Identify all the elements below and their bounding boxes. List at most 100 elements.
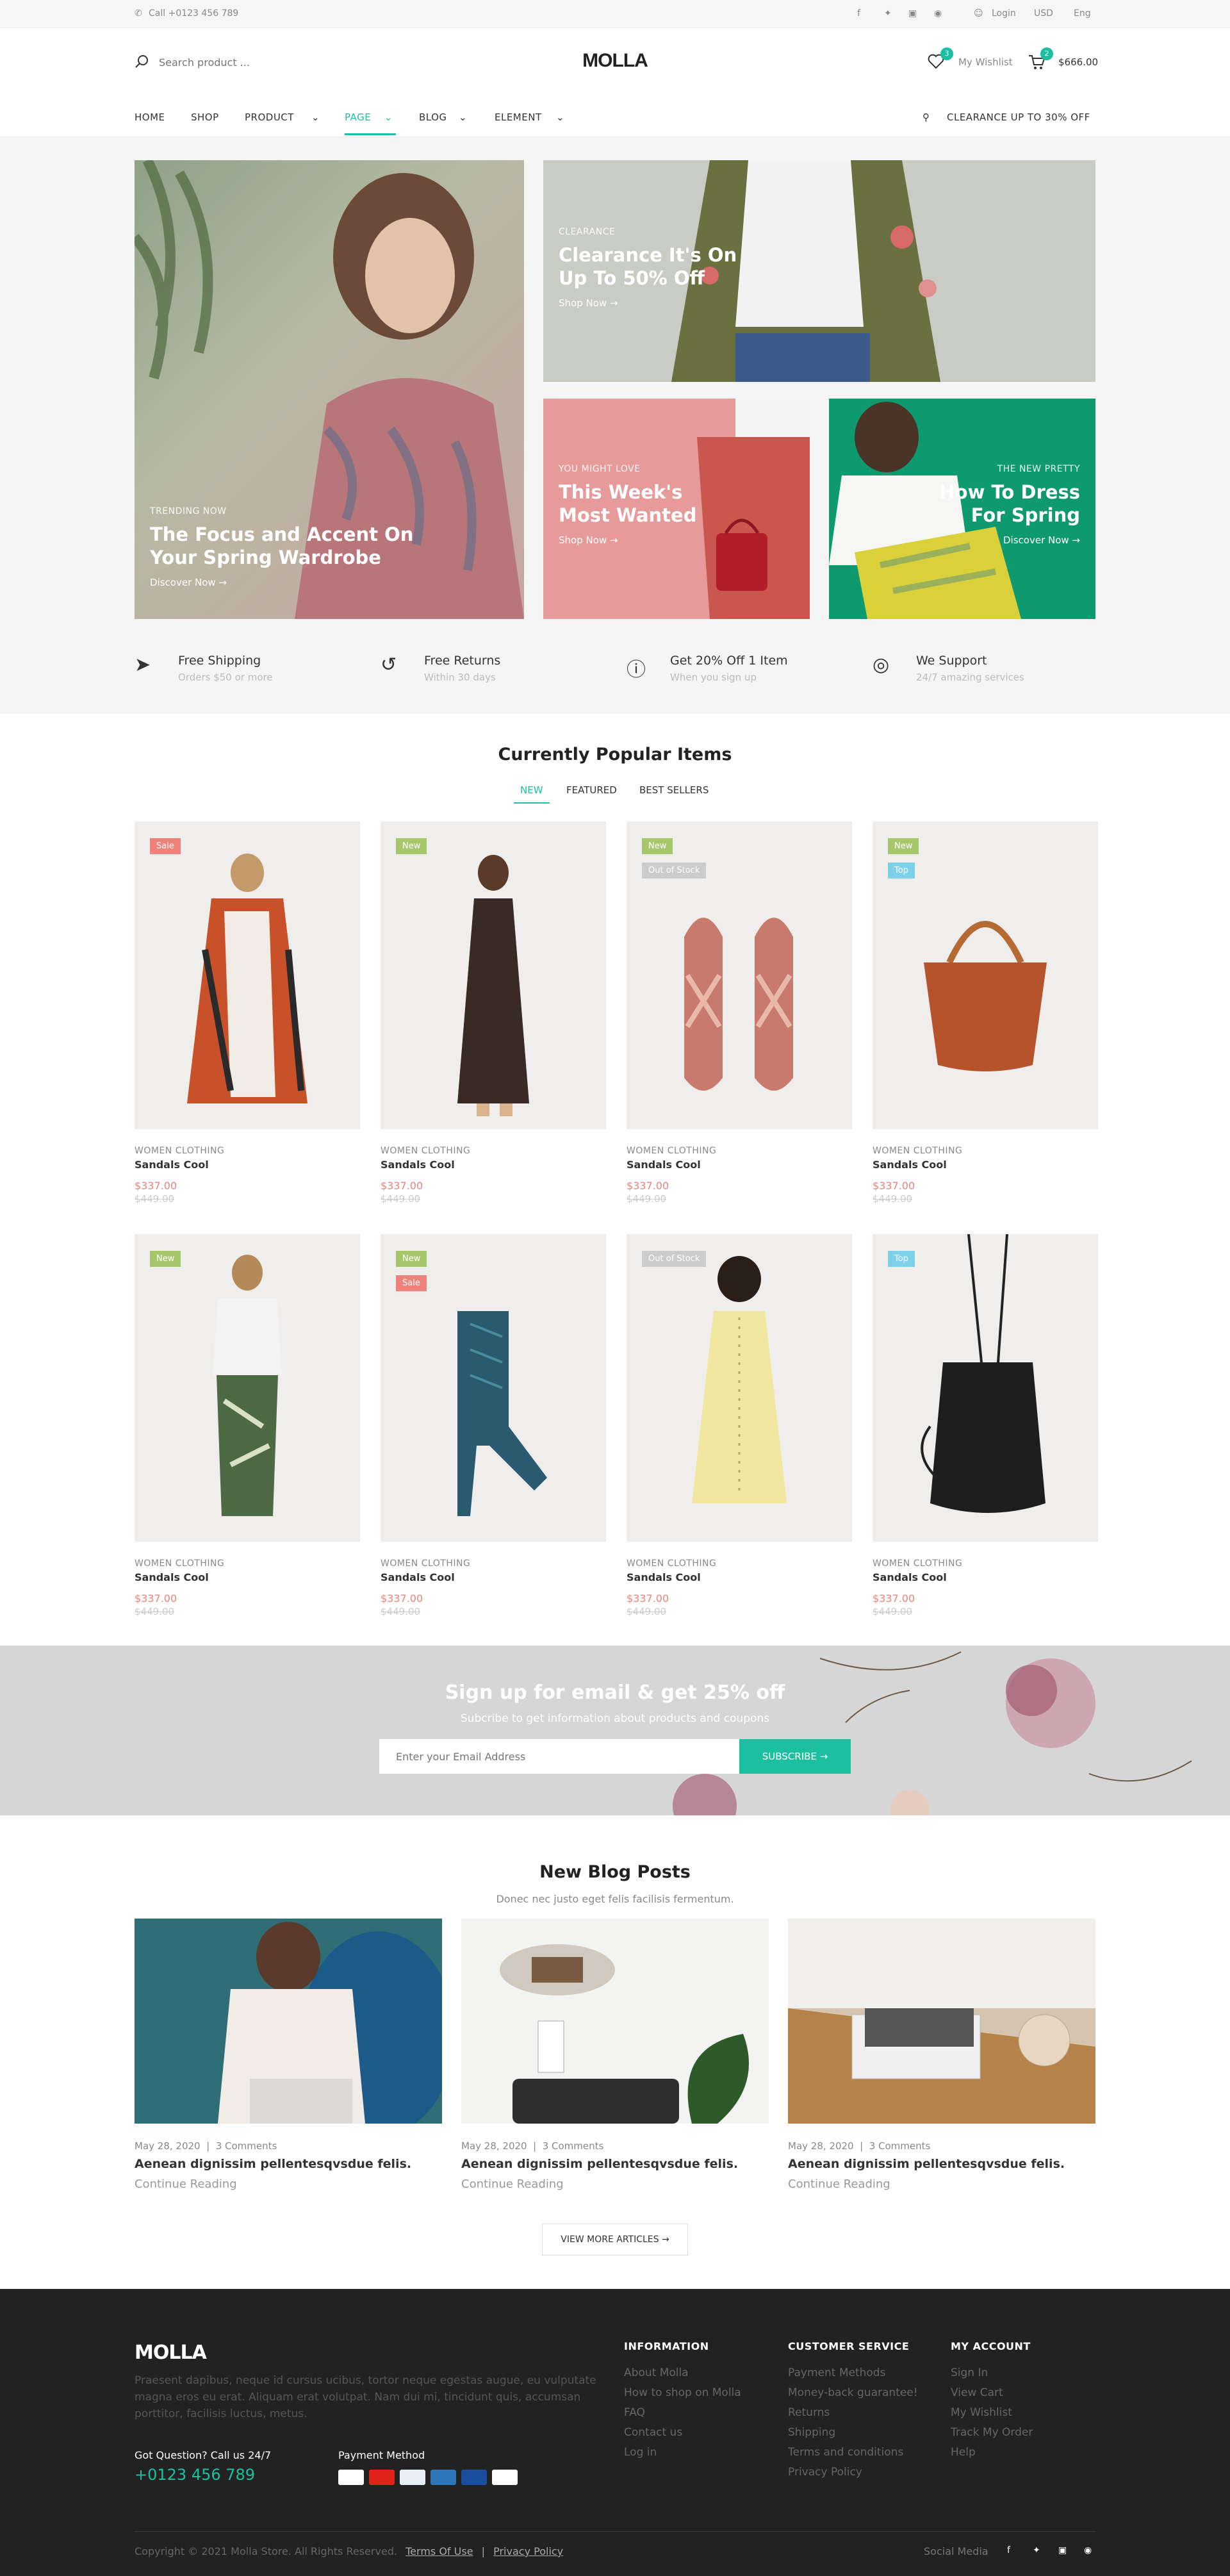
product-category[interactable]: WOMEN CLOTHING (627, 1146, 852, 1156)
blog-image[interactable] (135, 1919, 442, 2124)
product-name[interactable]: Sandals Cool (135, 1571, 360, 1583)
footer-link[interactable]: My Wishlist (951, 2406, 1033, 2419)
privacy-link[interactable]: Privacy Policy (493, 2545, 563, 2557)
product-image[interactable]: Sale (135, 822, 360, 1129)
footer-link[interactable]: About Molla (624, 2366, 741, 2379)
tab-new[interactable]: NEW (520, 784, 543, 796)
blog-post[interactable]: May 28, 2020 | 3 Comments Aenean digniss… (135, 1919, 442, 2191)
nav-home[interactable]: HOME (135, 111, 165, 123)
product-card[interactable]: New WOMEN CLOTHING Sandals Cool $337.00 $449… (381, 822, 606, 1205)
product-image[interactable]: New (135, 1234, 360, 1542)
facebook-icon[interactable]: f (1007, 2545, 1010, 2555)
nav-shop[interactable]: SHOP (191, 111, 219, 123)
product-card[interactable]: New WOMEN CLOTHING Sandals Cool $337.00 $449… (135, 1234, 360, 1617)
product-name[interactable]: Sandals Cool (135, 1159, 360, 1171)
footer-link[interactable]: FAQ (624, 2406, 741, 2419)
blog-post-title[interactable]: Aenean dignissim pellentesqvsdue felis. (461, 2157, 769, 2171)
footer-link[interactable]: How to shop on Molla (624, 2386, 741, 2399)
banner-link[interactable]: Shop Now → (559, 297, 751, 309)
product-image[interactable]: Top (873, 1234, 1098, 1542)
product-card[interactable]: New Sale WOMEN CLOTHING Sandals Cool $337.00… (381, 1234, 606, 1617)
nav-page[interactable]: PAGE (345, 111, 371, 123)
blog-post[interactable]: May 28, 2020 | 3 Comments Aenean digniss… (788, 1919, 1095, 2191)
product-image[interactable]: New (381, 822, 606, 1129)
blog-post-title[interactable]: Aenean dignissim pellentesqvsdue felis. (788, 2157, 1095, 2171)
blog-image[interactable] (788, 1919, 1095, 2124)
product-card[interactable]: Sale WOMEN CLOTHING Sandals Cool $337.00 $44… (135, 822, 360, 1205)
product-image[interactable]: New Sale (381, 1234, 606, 1542)
footer-link[interactable]: Privacy Policy (788, 2466, 918, 2479)
product-image[interactable]: Out of Stock (627, 1234, 852, 1542)
tab-best-sellers[interactable]: BEST SELLERS (639, 784, 709, 796)
product-name[interactable]: Sandals Cool (381, 1159, 606, 1171)
product-name[interactable]: Sandals Cool (627, 1571, 852, 1583)
footer-link[interactable]: Money-back guarantee! (788, 2386, 918, 2399)
product-name[interactable]: Sandals Cool (627, 1159, 852, 1171)
footer-link[interactable]: Shipping (788, 2426, 918, 2439)
product-category[interactable]: WOMEN CLOTHING (627, 1558, 852, 1569)
view-more-articles-button[interactable]: VIEW MORE ARTICLES → (542, 2224, 688, 2256)
pinterest-icon[interactable]: ◉ (934, 8, 942, 19)
instagram-icon[interactable]: ▣ (1058, 2545, 1067, 2555)
nav-element[interactable]: ELEMENT (495, 111, 542, 123)
footer-link[interactable]: Help (951, 2446, 1033, 2459)
product-card[interactable]: Out of Stock WOMEN CLOTHING Sandals Cool $3… (627, 1234, 852, 1617)
footer-link[interactable]: Track My Order (951, 2426, 1033, 2439)
language-select[interactable]: Eng (1074, 8, 1091, 19)
top-phone[interactable]: Call +0123 456 789 (149, 8, 238, 19)
product-card[interactable]: New Top WOMEN CLOTHING Sandals Cool $337.00 $… (873, 822, 1098, 1205)
product-category[interactable]: WOMEN CLOTHING (135, 1146, 360, 1156)
twitter-icon[interactable]: ✦ (884, 8, 892, 19)
footer-link[interactable]: Terms and conditions (788, 2446, 918, 2459)
subscribe-button[interactable]: SUBSCRIBE → (739, 1739, 851, 1774)
product-category[interactable]: WOMEN CLOTHING (873, 1558, 1098, 1569)
banner-trending[interactable]: TRENDING NOW The Focus and Accent On You… (135, 160, 524, 619)
blog-post[interactable]: May 28, 2020 | 3 Comments Aenean digniss… (461, 1919, 769, 2191)
banner-link[interactable]: Shop Now → (559, 534, 712, 546)
blog-post-title[interactable]: Aenean dignissim pellentesqvsdue felis. (135, 2157, 442, 2171)
banner-most-wanted[interactable]: YOU MIGHT LOVE This Week's Most Wanted S… (543, 399, 810, 619)
search-input[interactable] (159, 53, 351, 72)
footer-phone[interactable]: +0123 456 789 (135, 2466, 255, 2484)
footer-logo[interactable]: MOLLA (135, 2341, 207, 2364)
product-category[interactable]: WOMEN CLOTHING (381, 1146, 606, 1156)
nav-blog[interactable]: BLOG (419, 111, 447, 123)
product-image[interactable]: New Top (873, 822, 1098, 1129)
product-card[interactable]: Top WOMEN CLOTHING Sandals Cool $337.00 $449… (873, 1234, 1098, 1617)
product-card[interactable]: New Out of Stock WOMEN CLOTHING Sandals Coo… (627, 822, 852, 1205)
pinterest-icon[interactable]: ◉ (1084, 2545, 1092, 2555)
facebook-icon[interactable]: f (857, 8, 860, 19)
product-name[interactable]: Sandals Cool (873, 1571, 1098, 1583)
footer-link[interactable]: Returns (788, 2406, 918, 2419)
product-image[interactable]: New Out of Stock (627, 822, 852, 1129)
tab-featured[interactable]: FEATURED (566, 784, 617, 796)
login-link[interactable]: Login (992, 8, 1016, 19)
footer-link[interactable]: Log in (624, 2446, 741, 2459)
clearance-promo[interactable]: CLEARANCE UP TO 30% OFF (947, 111, 1090, 123)
banner-link[interactable]: Discover Now → (150, 577, 419, 588)
wishlist-link[interactable]: My Wishlist (958, 56, 1013, 68)
product-category[interactable]: WOMEN CLOTHING (381, 1558, 606, 1569)
blog-comments[interactable]: 3 Comments (869, 2140, 931, 2152)
product-category[interactable]: WOMEN CLOTHING (135, 1558, 360, 1569)
email-input[interactable] (379, 1739, 739, 1774)
footer-link[interactable]: Payment Methods (788, 2366, 918, 2379)
continue-reading-link[interactable]: Continue Reading (461, 2177, 769, 2191)
blog-comments[interactable]: 3 Comments (543, 2140, 604, 2152)
blog-image[interactable] (461, 1919, 769, 2124)
continue-reading-link[interactable]: Continue Reading (788, 2177, 1095, 2191)
footer-link[interactable]: Contact us (624, 2426, 741, 2439)
blog-comments[interactable]: 3 Comments (216, 2140, 277, 2152)
terms-link[interactable]: Terms Of Use (406, 2545, 473, 2557)
product-name[interactable]: Sandals Cool (873, 1159, 1098, 1171)
continue-reading-link[interactable]: Continue Reading (135, 2177, 442, 2191)
footer-link[interactable]: Sign In (951, 2366, 1033, 2379)
nav-product[interactable]: PRODUCT (245, 111, 294, 123)
banner-spring[interactable]: THE NEW PRETTY How To Dress For Spring D… (829, 399, 1095, 619)
product-category[interactable]: WOMEN CLOTHING (873, 1146, 1098, 1156)
footer-link[interactable]: View Cart (951, 2386, 1033, 2399)
instagram-icon[interactable]: ▣ (908, 8, 917, 19)
banner-link[interactable]: Discover Now → (914, 534, 1080, 546)
banner-clearance[interactable]: CLEARANCE Clearance It's On Up To 50% Of… (543, 160, 1095, 382)
twitter-icon[interactable]: ✦ (1033, 2545, 1040, 2555)
